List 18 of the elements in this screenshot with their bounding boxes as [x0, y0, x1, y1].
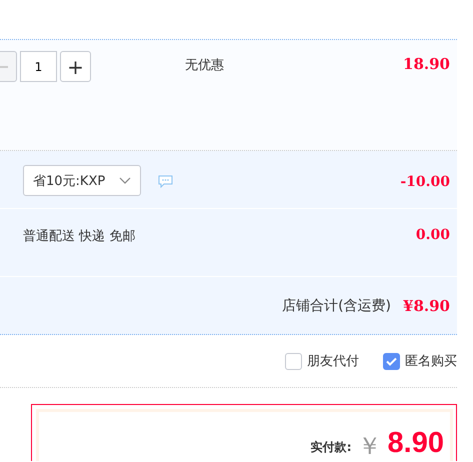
plus-button[interactable]: + [60, 51, 91, 82]
check-icon [386, 356, 397, 366]
promo-text: 无优惠 [185, 57, 224, 74]
payment-label: 实付款: [310, 440, 352, 454]
item-price: 18.90 [403, 55, 450, 73]
total-label: 店铺合计(含运费) [282, 296, 392, 314]
shipping-amount: 0.00 [416, 227, 450, 243]
option-checkbox[interactable]: 朋友代付 [285, 352, 359, 370]
currency-symbol: ￥ [358, 434, 382, 458]
payment-amount: 8.90 [388, 429, 444, 458]
chat-icon[interactable] [158, 175, 173, 188]
coupon-select[interactable]: 省10元:KXP [23, 165, 141, 196]
discount-amount: -10.00 [400, 174, 450, 190]
chevron-icon [119, 176, 131, 184]
delivery-text: 普通配送 快递 免邮 [23, 228, 136, 245]
option-checkbox[interactable]: 匿名购买 [383, 352, 457, 370]
quantity-input[interactable]: 1 [20, 51, 57, 82]
total-amount: ¥8.90 [403, 296, 450, 314]
